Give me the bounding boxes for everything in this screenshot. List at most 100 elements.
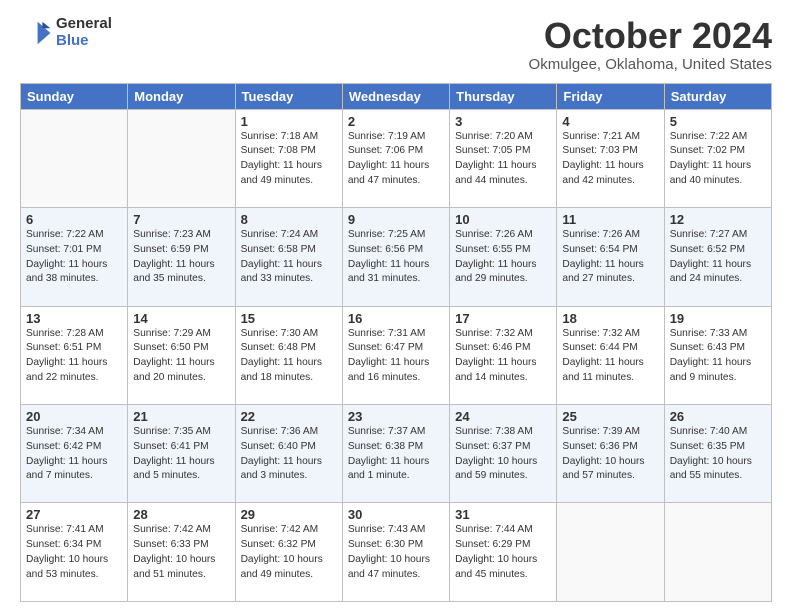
day-number: 27	[26, 507, 122, 522]
day-number: 17	[455, 311, 551, 326]
header-cell-tuesday: Tuesday	[235, 83, 342, 109]
cell-info: Sunrise: 7:25 AM Sunset: 6:56 PM Dayligh…	[348, 228, 444, 287]
cell-info: Sunrise: 7:22 AM Sunset: 7:01 PM Dayligh…	[26, 228, 122, 287]
cell-info: Sunrise: 7:26 AM Sunset: 6:55 PM Dayligh…	[455, 228, 551, 287]
day-number: 30	[348, 507, 444, 522]
cell-info: Sunrise: 7:23 AM Sunset: 6:59 PM Dayligh…	[133, 228, 229, 287]
cell-info: Sunrise: 7:19 AM Sunset: 7:06 PM Dayligh…	[348, 130, 444, 189]
day-number: 13	[26, 311, 122, 326]
cell-info: Sunrise: 7:34 AM Sunset: 6:42 PM Dayligh…	[26, 425, 122, 484]
calendar-cell: 5Sunrise: 7:22 AM Sunset: 7:02 PM Daylig…	[664, 109, 771, 207]
calendar-week-0: 1Sunrise: 7:18 AM Sunset: 7:08 PM Daylig…	[21, 109, 772, 207]
cell-info: Sunrise: 7:36 AM Sunset: 6:40 PM Dayligh…	[241, 425, 337, 484]
day-number: 28	[133, 507, 229, 522]
calendar-cell: 29Sunrise: 7:42 AM Sunset: 6:32 PM Dayli…	[235, 503, 342, 602]
calendar-cell	[557, 503, 664, 602]
day-number: 22	[241, 409, 337, 424]
calendar-cell: 13Sunrise: 7:28 AM Sunset: 6:51 PM Dayli…	[21, 306, 128, 404]
day-number: 8	[241, 212, 337, 227]
calendar-cell: 22Sunrise: 7:36 AM Sunset: 6:40 PM Dayli…	[235, 405, 342, 503]
cell-info: Sunrise: 7:37 AM Sunset: 6:38 PM Dayligh…	[348, 425, 444, 484]
calendar-cell: 19Sunrise: 7:33 AM Sunset: 6:43 PM Dayli…	[664, 306, 771, 404]
calendar-cell: 26Sunrise: 7:40 AM Sunset: 6:35 PM Dayli…	[664, 405, 771, 503]
day-number: 7	[133, 212, 229, 227]
day-number: 18	[562, 311, 658, 326]
day-number: 12	[670, 212, 766, 227]
day-number: 16	[348, 311, 444, 326]
day-number: 14	[133, 311, 229, 326]
calendar-cell: 24Sunrise: 7:38 AM Sunset: 6:37 PM Dayli…	[450, 405, 557, 503]
cell-info: Sunrise: 7:41 AM Sunset: 6:34 PM Dayligh…	[26, 523, 122, 582]
cell-info: Sunrise: 7:26 AM Sunset: 6:54 PM Dayligh…	[562, 228, 658, 287]
calendar-cell	[664, 503, 771, 602]
header: General Blue October 2024 Okmulgee, Okla…	[20, 16, 772, 73]
calendar-cell: 21Sunrise: 7:35 AM Sunset: 6:41 PM Dayli…	[128, 405, 235, 503]
calendar-cell: 25Sunrise: 7:39 AM Sunset: 6:36 PM Dayli…	[557, 405, 664, 503]
calendar-cell: 12Sunrise: 7:27 AM Sunset: 6:52 PM Dayli…	[664, 208, 771, 306]
calendar-week-1: 6Sunrise: 7:22 AM Sunset: 7:01 PM Daylig…	[21, 208, 772, 306]
calendar-cell: 17Sunrise: 7:32 AM Sunset: 6:46 PM Dayli…	[450, 306, 557, 404]
calendar-cell: 14Sunrise: 7:29 AM Sunset: 6:50 PM Dayli…	[128, 306, 235, 404]
calendar-cell: 20Sunrise: 7:34 AM Sunset: 6:42 PM Dayli…	[21, 405, 128, 503]
logo-line1: General	[56, 16, 112, 33]
cell-info: Sunrise: 7:44 AM Sunset: 6:29 PM Dayligh…	[455, 523, 551, 582]
logo-line2: Blue	[56, 33, 112, 50]
day-number: 4	[562, 114, 658, 129]
calendar-cell: 11Sunrise: 7:26 AM Sunset: 6:54 PM Dayli…	[557, 208, 664, 306]
calendar-week-2: 13Sunrise: 7:28 AM Sunset: 6:51 PM Dayli…	[21, 306, 772, 404]
day-number: 29	[241, 507, 337, 522]
calendar-week-4: 27Sunrise: 7:41 AM Sunset: 6:34 PM Dayli…	[21, 503, 772, 602]
cell-info: Sunrise: 7:18 AM Sunset: 7:08 PM Dayligh…	[241, 130, 337, 189]
calendar-cell	[128, 109, 235, 207]
cell-info: Sunrise: 7:32 AM Sunset: 6:44 PM Dayligh…	[562, 327, 658, 386]
logo: General Blue	[20, 16, 112, 49]
calendar-cell: 9Sunrise: 7:25 AM Sunset: 6:56 PM Daylig…	[342, 208, 449, 306]
day-number: 15	[241, 311, 337, 326]
header-cell-sunday: Sunday	[21, 83, 128, 109]
cell-info: Sunrise: 7:32 AM Sunset: 6:46 PM Dayligh…	[455, 327, 551, 386]
page: General Blue October 2024 Okmulgee, Okla…	[0, 0, 792, 612]
cell-info: Sunrise: 7:43 AM Sunset: 6:30 PM Dayligh…	[348, 523, 444, 582]
day-number: 10	[455, 212, 551, 227]
calendar-table: SundayMondayTuesdayWednesdayThursdayFrid…	[20, 83, 772, 602]
header-cell-saturday: Saturday	[664, 83, 771, 109]
day-number: 25	[562, 409, 658, 424]
cell-info: Sunrise: 7:35 AM Sunset: 6:41 PM Dayligh…	[133, 425, 229, 484]
logo-icon	[20, 17, 52, 49]
month-title: October 2024	[529, 16, 772, 56]
day-number: 2	[348, 114, 444, 129]
header-row: SundayMondayTuesdayWednesdayThursdayFrid…	[21, 83, 772, 109]
cell-info: Sunrise: 7:38 AM Sunset: 6:37 PM Dayligh…	[455, 425, 551, 484]
calendar-cell: 23Sunrise: 7:37 AM Sunset: 6:38 PM Dayli…	[342, 405, 449, 503]
day-number: 24	[455, 409, 551, 424]
cell-info: Sunrise: 7:40 AM Sunset: 6:35 PM Dayligh…	[670, 425, 766, 484]
day-number: 21	[133, 409, 229, 424]
day-number: 1	[241, 114, 337, 129]
cell-info: Sunrise: 7:30 AM Sunset: 6:48 PM Dayligh…	[241, 327, 337, 386]
cell-info: Sunrise: 7:31 AM Sunset: 6:47 PM Dayligh…	[348, 327, 444, 386]
cell-info: Sunrise: 7:28 AM Sunset: 6:51 PM Dayligh…	[26, 327, 122, 386]
cell-info: Sunrise: 7:29 AM Sunset: 6:50 PM Dayligh…	[133, 327, 229, 386]
calendar-cell: 1Sunrise: 7:18 AM Sunset: 7:08 PM Daylig…	[235, 109, 342, 207]
calendar-cell: 16Sunrise: 7:31 AM Sunset: 6:47 PM Dayli…	[342, 306, 449, 404]
day-number: 20	[26, 409, 122, 424]
title-block: October 2024 Okmulgee, Oklahoma, United …	[529, 16, 772, 73]
location: Okmulgee, Oklahoma, United States	[529, 56, 772, 73]
calendar-cell: 7Sunrise: 7:23 AM Sunset: 6:59 PM Daylig…	[128, 208, 235, 306]
header-cell-monday: Monday	[128, 83, 235, 109]
calendar-cell: 8Sunrise: 7:24 AM Sunset: 6:58 PM Daylig…	[235, 208, 342, 306]
calendar-cell: 3Sunrise: 7:20 AM Sunset: 7:05 PM Daylig…	[450, 109, 557, 207]
calendar-cell: 2Sunrise: 7:19 AM Sunset: 7:06 PM Daylig…	[342, 109, 449, 207]
day-number: 5	[670, 114, 766, 129]
day-number: 31	[455, 507, 551, 522]
calendar-week-3: 20Sunrise: 7:34 AM Sunset: 6:42 PM Dayli…	[21, 405, 772, 503]
calendar-cell: 27Sunrise: 7:41 AM Sunset: 6:34 PM Dayli…	[21, 503, 128, 602]
header-cell-wednesday: Wednesday	[342, 83, 449, 109]
calendar-header: SundayMondayTuesdayWednesdayThursdayFrid…	[21, 83, 772, 109]
cell-info: Sunrise: 7:42 AM Sunset: 6:32 PM Dayligh…	[241, 523, 337, 582]
logo-text: General Blue	[56, 16, 112, 49]
calendar-cell: 30Sunrise: 7:43 AM Sunset: 6:30 PM Dayli…	[342, 503, 449, 602]
cell-info: Sunrise: 7:24 AM Sunset: 6:58 PM Dayligh…	[241, 228, 337, 287]
cell-info: Sunrise: 7:22 AM Sunset: 7:02 PM Dayligh…	[670, 130, 766, 189]
cell-info: Sunrise: 7:20 AM Sunset: 7:05 PM Dayligh…	[455, 130, 551, 189]
